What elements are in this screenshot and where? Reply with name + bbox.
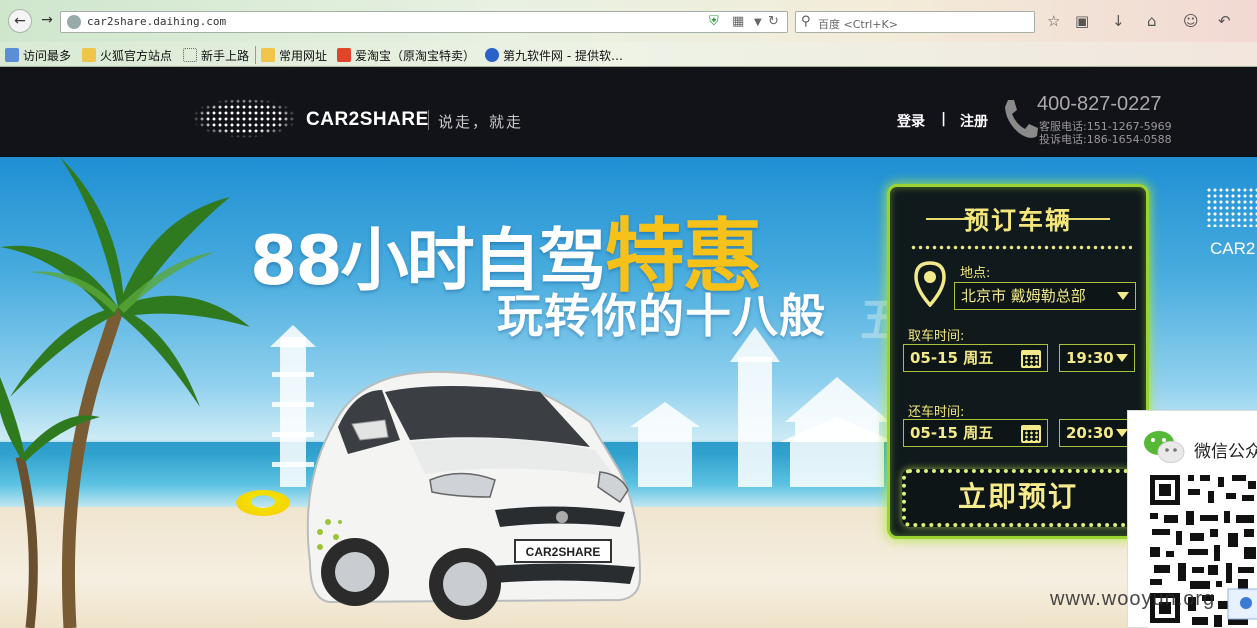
folder-icon [82,48,96,62]
bookmark-label: 火狐官方站点 [100,48,173,63]
dotted-divider [910,245,1132,250]
pickup-time-select[interactable]: 19:30 [1059,344,1135,372]
hero-subline: 玩转你的十八般 [497,289,826,343]
wechat-label: 微信公众 [1194,442,1257,462]
calendar-icon[interactable] [1021,350,1041,368]
folder-icon [261,48,275,62]
plate-text: CAR2SHARE [526,545,601,559]
page-icon [183,48,197,62]
location-value: 北京市 戴姆勒总部 [961,287,1086,305]
location-select[interactable]: 北京市 戴姆勒总部 [954,282,1136,310]
logo-dot-mark [1206,187,1257,227]
edge-logo-text: CAR2 [1210,239,1256,258]
logo-dot-mark [175,92,295,144]
shield-icon[interactable]: ⛨ [709,14,719,29]
wechat-icon [1144,431,1185,463]
bookmark-most-visited[interactable]: 访问最多 [5,46,71,64]
logo-divider [428,110,429,130]
login-link[interactable]: 登录 [897,111,925,131]
pickup-time-value: 19:30 [1066,349,1114,367]
bookmark-label: 新手上路 [201,48,250,63]
most-visited-icon [5,48,19,62]
complaint-phone: 投诉电话:186-1654-0588 [1039,133,1172,146]
bookmark-d9soft[interactable]: 第九软件网 - 提供软… [485,46,623,64]
auth-separator: | [941,111,947,127]
download-icon[interactable]: ↓ [1112,12,1125,30]
pickup-date-value: 05-15 周五 [910,349,994,367]
d9-icon [485,48,499,62]
pickup-date-input[interactable]: 05-15 周五 [903,344,1048,372]
globe-icon [67,15,81,29]
forward-button[interactable]: → [35,9,59,33]
booking-panel: 预订车辆 地点: 北京市 戴姆勒总部 取车时间: 05-15 周五 19:30 … [887,184,1149,539]
site-logo[interactable]: CAR2SHARE [306,109,429,131]
bookmark-divider [255,46,256,64]
search-placeholder: 百度 <Ctrl+K> [818,18,898,31]
bookmarks-bar: 访问最多 火狐官方站点 新手上路 常用网址 爱淘宝（原淘宝特卖） 第九软件网 -… [0,42,1257,67]
return-date-value: 05-15 周五 [910,424,994,442]
return-label: 还车时间: [908,405,965,420]
title-rule-right [1062,218,1110,220]
browser-toolbar: ← → car2share.daihing.com ⛨ ▦ ▼ ↻ ⚲ 百度 <… [0,0,1257,42]
palm-trees [0,157,250,628]
bookmark-label: 访问最多 [23,48,72,63]
search-icon: ⚲ [801,14,811,29]
watermark: www.wooyun.org [1050,588,1216,610]
bookmark-firefox-official[interactable]: 火狐官方站点 [82,46,172,64]
hotline-number: 400-827-0227 [1037,93,1162,115]
url-text: car2share.daihing.com [87,15,227,28]
chevron-down-icon [1117,292,1129,300]
home-icon[interactable]: ⌂ [1147,12,1157,30]
dropdown-arrow-icon[interactable]: ▼ [754,17,762,28]
book-now-button[interactable]: 立即预订 [902,469,1134,527]
bookmark-label: 爱淘宝（原淘宝特卖） [355,48,476,63]
register-link[interactable]: 注册 [960,111,988,131]
arrow-left-icon: ← [14,13,26,29]
car-image: CAR2SHARE [306,370,642,620]
address-bar[interactable]: car2share.daihing.com ⛨ ▦ ▼ ↻ [60,11,788,33]
bookmark-common-sites[interactable]: 常用网址 [261,46,327,64]
return-time-select[interactable]: 20:30 [1059,419,1135,447]
slogan: 说走，就走 [438,113,524,131]
phone-icon [1005,100,1038,138]
bookmark-label: 常用网址 [279,48,328,63]
arrow-right-icon: → [41,12,53,28]
location-pin-icon [914,261,946,307]
chevron-down-icon [1116,354,1128,362]
chat-icon[interactable]: ☺ [1183,12,1199,30]
back-button[interactable]: ← [8,9,32,33]
return-time-value: 20:30 [1066,424,1114,442]
reload-icon[interactable]: ↻ [768,14,779,29]
bookmark-aitaobao[interactable]: 爱淘宝（原淘宝特卖） [337,46,475,64]
calendar-icon[interactable] [1021,425,1041,443]
bookmark-getting-started[interactable]: 新手上路 [183,46,249,64]
undo-icon[interactable]: ↶ [1218,12,1231,30]
return-date-input[interactable]: 05-15 周五 [903,419,1048,447]
location-label: 地点: [960,266,991,281]
search-bar[interactable]: ⚲ 百度 <Ctrl+K> [795,11,1035,33]
bookmarks-menu-icon[interactable]: ▣ [1075,12,1089,30]
bookmark-label: 第九软件网 - 提供软… [503,48,623,63]
taobao-icon [337,48,351,62]
pickup-label: 取车时间: [908,329,965,344]
swim-ring [236,490,290,516]
site-header: CAR2SHARE 说走，就走 登录 | 注册 400-827-0227 客服电… [0,67,1257,157]
qr-icon[interactable]: ▦ [732,14,744,29]
edge-logo: CAR2 [1200,187,1257,297]
star-bookmark-icon[interactable]: ☆ [1047,12,1060,30]
